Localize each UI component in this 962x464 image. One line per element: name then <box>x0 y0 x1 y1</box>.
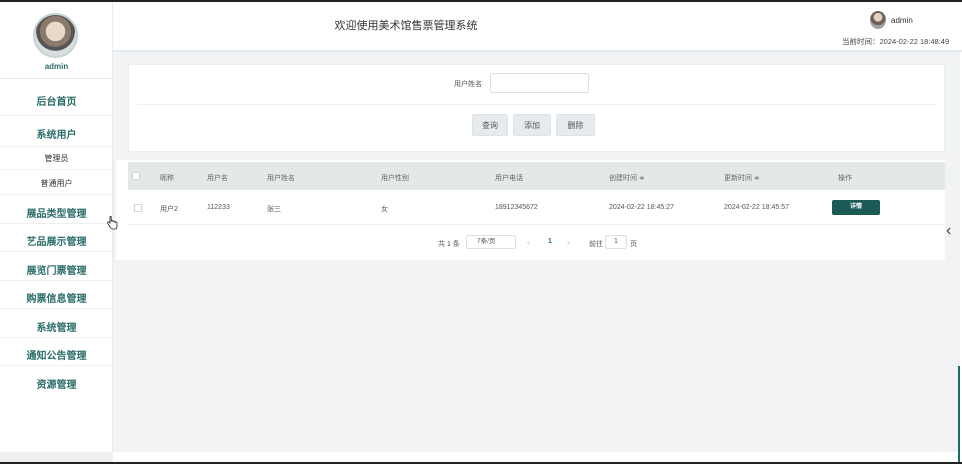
sidebar-item-resources[interactable]: 资源管理 <box>0 376 113 391</box>
sidebar-item-normal-users[interactable]: 普通用户 <box>0 178 113 189</box>
sidebar-divider <box>0 251 113 252</box>
sidebar-divider <box>0 194 113 195</box>
panel-divider <box>137 104 937 105</box>
sidebar-avatar <box>33 13 78 58</box>
sidebar-item-home[interactable]: 后台首页 <box>0 93 113 108</box>
sidebar-item-artwork-display[interactable]: 艺品展示管理 <box>0 233 113 248</box>
scrollbar-accent <box>958 366 960 462</box>
search-input[interactable] <box>490 73 589 93</box>
sidebar-item-admin[interactable]: 管理员 <box>0 153 113 164</box>
cell-updated: 2024-02-22 18:45:57 <box>724 204 789 211</box>
cell-username: 112233 <box>207 204 230 211</box>
table-header <box>128 162 945 190</box>
query-button[interactable]: 查询 <box>472 114 508 136</box>
header-avatar[interactable] <box>870 11 886 29</box>
sidebar-item-exhibit-types[interactable]: 展品类型管理 <box>0 205 113 220</box>
goto-page-input[interactable]: 1 <box>605 235 627 249</box>
column-header-actions: 操作 <box>838 175 852 182</box>
search-label: 用户姓名 <box>454 81 482 88</box>
goto-label: 前往 <box>589 241 603 248</box>
sidebar-item-notices[interactable]: 通知公告管理 <box>0 347 113 362</box>
sidebar-user-name: admin <box>44 62 69 71</box>
next-page-button[interactable]: › <box>567 238 570 247</box>
page-number[interactable]: 1 <box>548 238 552 245</box>
cell-phone: 18912345672 <box>495 204 538 211</box>
delete-button[interactable]: 删除 <box>556 114 595 136</box>
sidebar-divider <box>0 78 113 79</box>
hand-pointer-icon <box>107 216 118 230</box>
current-time: 当前时间：2024-02-22 18:48:49 <box>842 37 950 46</box>
sidebar-divider <box>0 337 113 338</box>
column-header-realname: 用户姓名 <box>267 175 295 182</box>
page-title: 欢迎使用美术馆售票管理系统 <box>334 20 478 32</box>
cell-nickname: 用户2 <box>160 206 178 213</box>
sidebar-divider <box>0 365 113 366</box>
column-header-created[interactable]: 创建时间 ≑ <box>609 173 645 183</box>
sidebar-footer <box>0 452 113 462</box>
sidebar-item-system-users[interactable]: 系统用户 <box>0 126 113 141</box>
add-button[interactable]: 添加 <box>513 114 551 136</box>
column-header-updated[interactable]: 更新时间 ≑ <box>724 173 760 183</box>
sidebar-divider <box>0 146 113 147</box>
goto-unit: 页 <box>630 241 637 248</box>
column-header-gender: 用户性别 <box>381 175 409 182</box>
column-header-phone: 用户电话 <box>495 175 523 182</box>
detail-button[interactable]: 详情 <box>832 200 880 215</box>
header-user-name[interactable]: admin <box>891 16 913 25</box>
sidebar-item-purchases[interactable]: 购票信息管理 <box>0 290 113 305</box>
row-checkbox[interactable] <box>134 204 142 212</box>
pagination-total: 共 1 条 <box>438 241 460 248</box>
sidebar-divider <box>0 223 113 224</box>
cell-created: 2024-02-22 18:45:27 <box>609 204 674 211</box>
page-size-select[interactable]: 7条/页 <box>466 235 516 249</box>
sidebar-divider <box>0 308 113 309</box>
sidebar-divider <box>0 280 113 281</box>
sidebar-divider <box>0 169 113 170</box>
cell-gender: 女 <box>381 206 388 213</box>
column-header-username: 用户名 <box>207 175 228 182</box>
sidebar-divider <box>0 115 113 116</box>
sidebar-item-system[interactable]: 系统管理 <box>0 319 113 334</box>
select-all-checkbox[interactable] <box>132 172 140 180</box>
cell-realname: 张三 <box>267 206 281 213</box>
chevron-left-icon[interactable]: ‹ <box>946 223 951 239</box>
sidebar-item-tickets[interactable]: 展览门票管理 <box>0 262 113 277</box>
prev-page-button[interactable]: ‹ <box>527 238 530 247</box>
column-header-nickname: 昵称 <box>160 175 174 182</box>
